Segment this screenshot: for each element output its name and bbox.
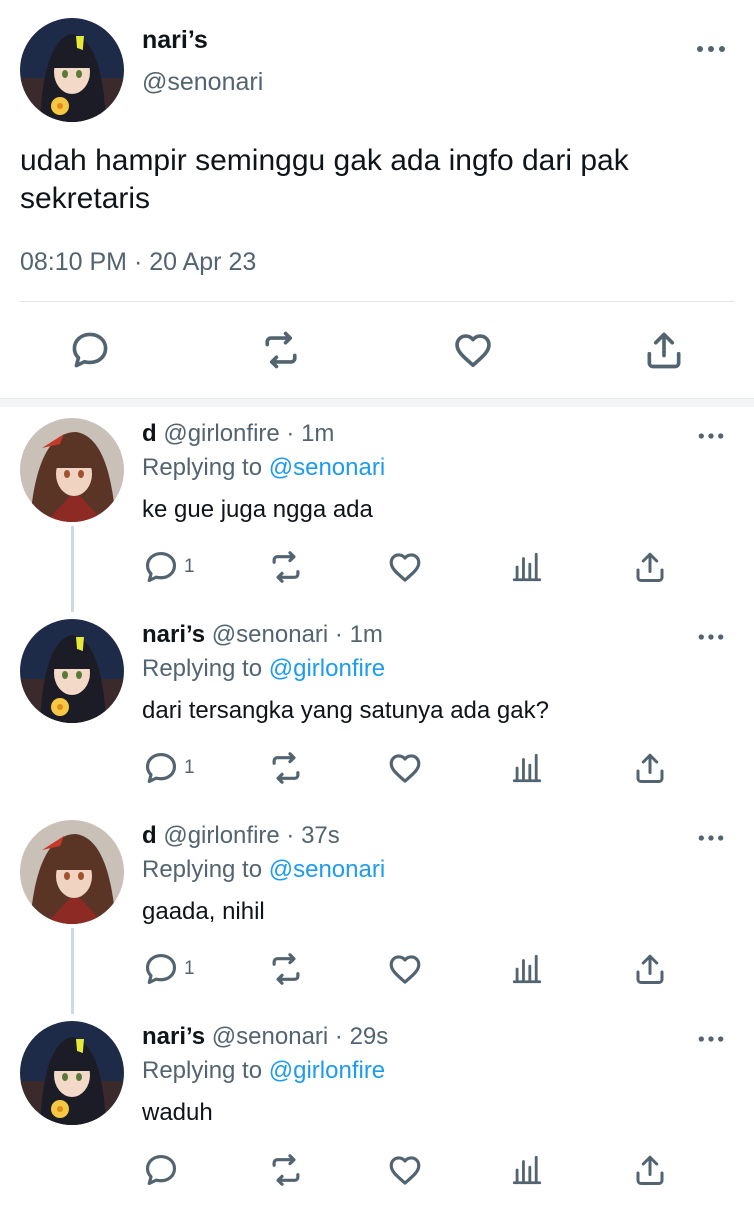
retweet-icon[interactable] [258,328,304,372]
share-icon[interactable] [632,548,668,586]
views-icon[interactable] [510,548,544,586]
reply-author-name[interactable]: nari’s [142,621,205,648]
reply-handle-time[interactable]: @senonari · 29s [205,1023,388,1050]
like-icon[interactable] [386,548,424,586]
reply-icon[interactable] [142,950,180,988]
reply-handle-time[interactable]: @senonari · 1m [205,621,383,648]
like-icon[interactable] [386,1151,424,1189]
author-name[interactable]: nari’s [142,26,208,55]
reply-count: 1 [184,958,195,979]
replying-to-label: Replying to [142,454,269,481]
mention-link[interactable]: @girlonfire [269,655,385,682]
reply-text: gaada, nihil [142,898,265,925]
views-icon[interactable] [510,749,544,787]
reply-actions [0,1151,754,1191]
avatar[interactable] [20,1021,124,1125]
avatar[interactable] [20,418,124,522]
replying-to-label: Replying to [142,655,269,682]
reply-text: ke gue juga ngga ada [142,496,373,523]
reply-header: nari’s @senonari · 29s [142,1023,388,1051]
avatar[interactable] [20,18,124,122]
reply-count: 1 [184,757,195,778]
reply-actions: 1 [0,749,754,789]
author-handle[interactable]: @senonari [142,68,263,97]
share-icon[interactable] [642,328,686,372]
replying-to: Replying to @girlonfire [142,1057,385,1085]
reply-actions: 1 [0,950,754,990]
reply-tweet[interactable]: nari’s @senonari · 1m Replying to @girlo… [0,607,754,808]
tweet-text: udah hampir seminggu gak ada ingfo dari … [20,144,629,215]
reply-tweet[interactable]: nari’s @senonari · 29s Replying to @girl… [0,1009,754,1210]
reply-text: waduh [142,1099,213,1126]
mention-link[interactable]: @senonari [269,454,385,481]
replying-to: Replying to @senonari [142,856,385,884]
like-icon[interactable] [386,950,424,988]
reply-icon[interactable] [68,328,112,372]
more-options-icon[interactable] [696,629,726,645]
more-options-icon[interactable] [696,1031,726,1047]
main-tweet: nari’s @senonari udah hampir seminggu ga… [0,0,754,400]
avatar[interactable] [20,820,124,924]
reply-header: nari’s @senonari · 1m [142,621,383,649]
more-options-icon[interactable] [696,830,726,846]
mention-link[interactable]: @senonari [269,856,385,883]
replying-to: Replying to @senonari [142,454,385,482]
share-icon[interactable] [632,749,668,787]
reply-text: dari tersangka yang satunya ada gak? [142,697,549,724]
mention-link[interactable]: @girlonfire [269,1057,385,1084]
reply-icon[interactable] [142,749,180,787]
reply-actions: 1 [0,548,754,588]
reply-count: 1 [184,556,195,577]
replying-to: Replying to @girlonfire [142,655,385,683]
reply-tweet[interactable]: d @girlonfire · 1m Replying to @senonari… [0,406,754,612]
more-options-icon[interactable] [696,428,726,444]
retweet-icon[interactable] [266,1151,306,1189]
more-options-icon[interactable] [694,40,728,58]
tweet-timestamp[interactable]: 08:10 PM · 20 Apr 23 [20,248,256,277]
retweet-icon[interactable] [266,548,306,586]
tweet-actions [0,328,754,376]
reply-handle-time[interactable]: @girlonfire · 1m [157,420,334,447]
avatar[interactable] [20,619,124,723]
avatar-image [20,18,124,122]
reply-header: d @girlonfire · 1m [142,420,334,448]
like-icon[interactable] [450,328,496,372]
reply-author-name[interactable]: d [142,822,157,849]
replying-to-label: Replying to [142,1057,269,1084]
reply-author-name[interactable]: d [142,420,157,447]
share-icon[interactable] [632,950,668,988]
reply-icon[interactable] [142,548,180,586]
reply-icon[interactable] [142,1151,180,1189]
retweet-icon[interactable] [266,950,306,988]
reply-author-name[interactable]: nari’s [142,1023,205,1050]
reply-handle-time[interactable]: @girlonfire · 37s [157,822,339,849]
views-icon[interactable] [510,950,544,988]
like-icon[interactable] [386,749,424,787]
views-icon[interactable] [510,1151,544,1189]
reply-header: d @girlonfire · 37s [142,822,340,850]
reply-tweet[interactable]: d @girlonfire · 37s Replying to @senonar… [0,808,754,1014]
share-icon[interactable] [632,1151,668,1189]
divider [20,301,734,302]
replying-to-label: Replying to [142,856,269,883]
retweet-icon[interactable] [266,749,306,787]
